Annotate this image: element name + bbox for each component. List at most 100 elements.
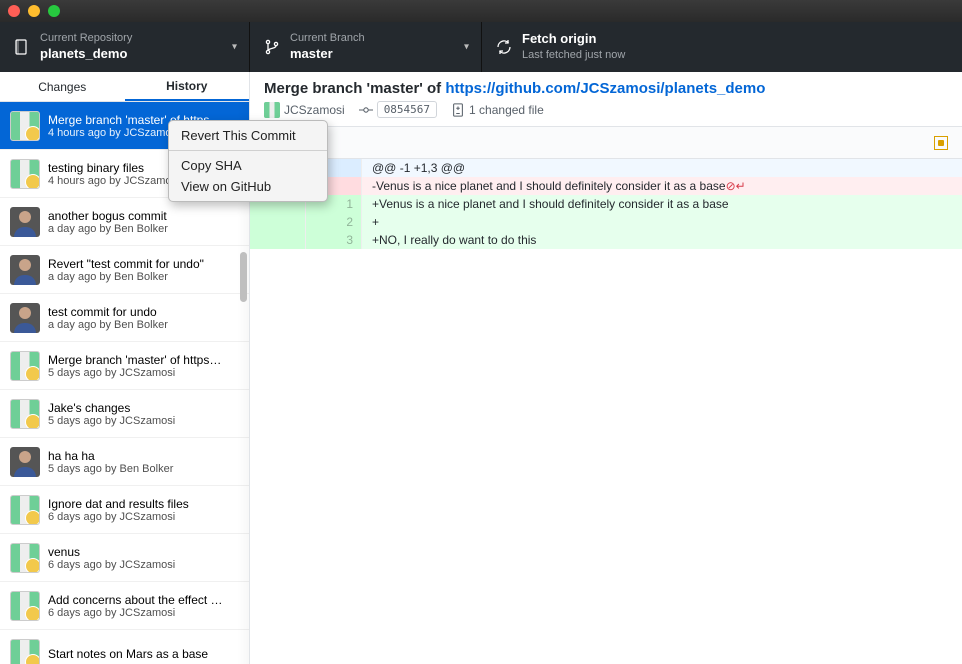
commit-header: Merge branch 'master' of https://github.… — [250, 72, 962, 127]
commit-text: Start notes on Mars as a base — [48, 647, 239, 661]
sha-value[interactable]: 0854567 — [377, 101, 437, 118]
commit-avatar-icon — [10, 111, 40, 141]
commit-avatar-icon — [10, 399, 40, 429]
file-modified-icon — [934, 136, 948, 150]
commit-item-title: Jake's changes — [48, 401, 239, 415]
commit-item[interactable]: Jake's changes 5 days ago by JCSzamosi — [0, 390, 249, 438]
author-avatar-icon — [264, 102, 280, 118]
commit-item-title: venus — [48, 545, 239, 559]
app-toolbar: Current Repository planets_demo ▾ Curren… — [0, 22, 962, 72]
commit-item-title: test commit for undo — [48, 305, 239, 319]
commit-item-meta: 5 days ago by Ben Bolker — [48, 463, 239, 475]
scrollbar-thumb[interactable] — [240, 252, 247, 302]
branch-label: Current Branch — [290, 31, 365, 45]
commit-avatar-icon — [10, 351, 40, 381]
diff-hunk-header: @@ -1 +1,3 @@ — [250, 159, 962, 177]
commit-item-meta: 6 days ago by JCSzamosi — [48, 607, 239, 619]
commit-item-meta: a day ago by Ben Bolker — [48, 223, 239, 235]
file-bar — [250, 127, 962, 159]
commit-avatar-icon — [10, 591, 40, 621]
commit-text: venus 6 days ago by JCSzamosi — [48, 545, 239, 571]
sidebar-tabs: Changes History — [0, 72, 249, 102]
commit-item-title: Add concerns about the effect … — [48, 593, 239, 607]
commit-context-menu: Revert This Commit Copy SHA View on GitH… — [168, 120, 328, 202]
branch-icon — [264, 39, 280, 55]
commit-item[interactable]: Add concerns about the effect … 6 days a… — [0, 582, 249, 630]
commit-avatar-icon — [10, 255, 40, 285]
commit-item[interactable]: Merge branch 'master' of https… 5 days a… — [0, 342, 249, 390]
commit-avatar-icon — [10, 303, 40, 333]
chevron-down-icon: ▾ — [464, 42, 469, 53]
commit-title-prefix: Merge branch 'master' of — [264, 80, 445, 97]
commit-avatar-icon — [10, 207, 40, 237]
diff-icon — [451, 103, 465, 117]
commit-item-meta: 6 days ago by JCSzamosi — [48, 559, 239, 571]
commit-avatar-icon — [10, 495, 40, 525]
commit-text: Add concerns about the effect … 6 days a… — [48, 593, 239, 619]
commit-avatar-icon — [10, 447, 40, 477]
menu-view-on-github[interactable]: View on GitHub — [169, 176, 327, 197]
fetch-sublabel: Last fetched just now — [522, 48, 625, 62]
fetch-label: Fetch origin — [522, 31, 625, 48]
commit-item-meta: 5 days ago by JCSzamosi — [48, 367, 239, 379]
commit-text: Merge branch 'master' of https… 5 days a… — [48, 353, 239, 379]
commit-title-link[interactable]: https://github.com/JCSzamosi/planets_dem… — [445, 80, 765, 97]
commit-text: test commit for undo a day ago by Ben Bo… — [48, 305, 239, 331]
files-changed: 1 changed file — [451, 103, 544, 117]
commit-item-title: Revert "test commit for undo" — [48, 257, 239, 271]
close-window-button[interactable] — [8, 5, 20, 17]
commit-item-meta: 5 days ago by JCSzamosi — [48, 415, 239, 427]
menu-copy-sha[interactable]: Copy SHA — [169, 155, 327, 176]
commit-sha: 0854567 — [359, 101, 437, 118]
commit-item-title: ha ha ha — [48, 449, 239, 463]
repo-icon — [14, 39, 30, 55]
commit-text: ha ha ha 5 days ago by Ben Bolker — [48, 449, 239, 475]
menu-separator — [169, 150, 327, 151]
branch-name: master — [290, 46, 365, 63]
author-name: JCSzamosi — [284, 103, 345, 117]
commit-item[interactable]: Ignore dat and results files 6 days ago … — [0, 486, 249, 534]
menu-revert-commit[interactable]: Revert This Commit — [169, 125, 327, 146]
tab-history[interactable]: History — [125, 72, 250, 101]
minimize-window-button[interactable] — [28, 5, 40, 17]
current-repository-selector[interactable]: Current Repository planets_demo ▾ — [0, 22, 250, 72]
commit-author: JCSzamosi — [264, 102, 345, 118]
commit-item-title: Ignore dat and results files — [48, 497, 239, 511]
commit-item-title: Start notes on Mars as a base — [48, 647, 239, 661]
chevron-down-icon: ▾ — [232, 42, 237, 53]
commit-icon — [359, 103, 373, 117]
commit-avatar-icon — [10, 159, 40, 189]
commit-avatar-icon — [10, 639, 40, 664]
diff-view[interactable]: @@ -1 +1,3 @@1-Venus is a nice planet an… — [250, 159, 962, 664]
commit-text: another bogus commit a day ago by Ben Bo… — [48, 209, 239, 235]
commit-item-title: another bogus commit — [48, 209, 239, 223]
commit-detail: Merge branch 'master' of https://github.… — [250, 72, 962, 664]
commit-item-meta: 6 days ago by JCSzamosi — [48, 511, 239, 523]
commit-item[interactable]: Revert "test commit for undo" a day ago … — [0, 246, 249, 294]
commit-text: Revert "test commit for undo" a day ago … — [48, 257, 239, 283]
tab-changes[interactable]: Changes — [0, 72, 125, 101]
commit-item[interactable]: another bogus commit a day ago by Ben Bo… — [0, 198, 249, 246]
diff-line: 1-Venus is a nice planet and I should de… — [250, 177, 962, 195]
commit-item[interactable]: Start notes on Mars as a base — [0, 630, 249, 664]
fetch-origin-button[interactable]: Fetch origin Last fetched just now — [482, 22, 962, 72]
commit-item-title: Merge branch 'master' of https… — [48, 353, 239, 367]
commit-avatar-icon — [10, 543, 40, 573]
commit-text: Jake's changes 5 days ago by JCSzamosi — [48, 401, 239, 427]
current-branch-selector[interactable]: Current Branch master ▾ — [250, 22, 482, 72]
files-changed-label: 1 changed file — [469, 103, 544, 117]
commit-text: Ignore dat and results files 6 days ago … — [48, 497, 239, 523]
diff-line: 3+NO, I really do want to do this — [250, 231, 962, 249]
diff-line: 1+Venus is a nice planet and I should de… — [250, 195, 962, 213]
commit-item-meta: a day ago by Ben Bolker — [48, 271, 239, 283]
repo-label: Current Repository — [40, 31, 132, 45]
commit-item[interactable]: venus 6 days ago by JCSzamosi — [0, 534, 249, 582]
commit-item-meta: a day ago by Ben Bolker — [48, 319, 239, 331]
commit-item[interactable]: test commit for undo a day ago by Ben Bo… — [0, 294, 249, 342]
diff-line: 2+ — [250, 213, 962, 231]
sync-icon — [496, 39, 512, 55]
window-titlebar — [0, 0, 962, 22]
commit-title: Merge branch 'master' of https://github.… — [264, 80, 948, 97]
zoom-window-button[interactable] — [48, 5, 60, 17]
commit-item[interactable]: ha ha ha 5 days ago by Ben Bolker — [0, 438, 249, 486]
